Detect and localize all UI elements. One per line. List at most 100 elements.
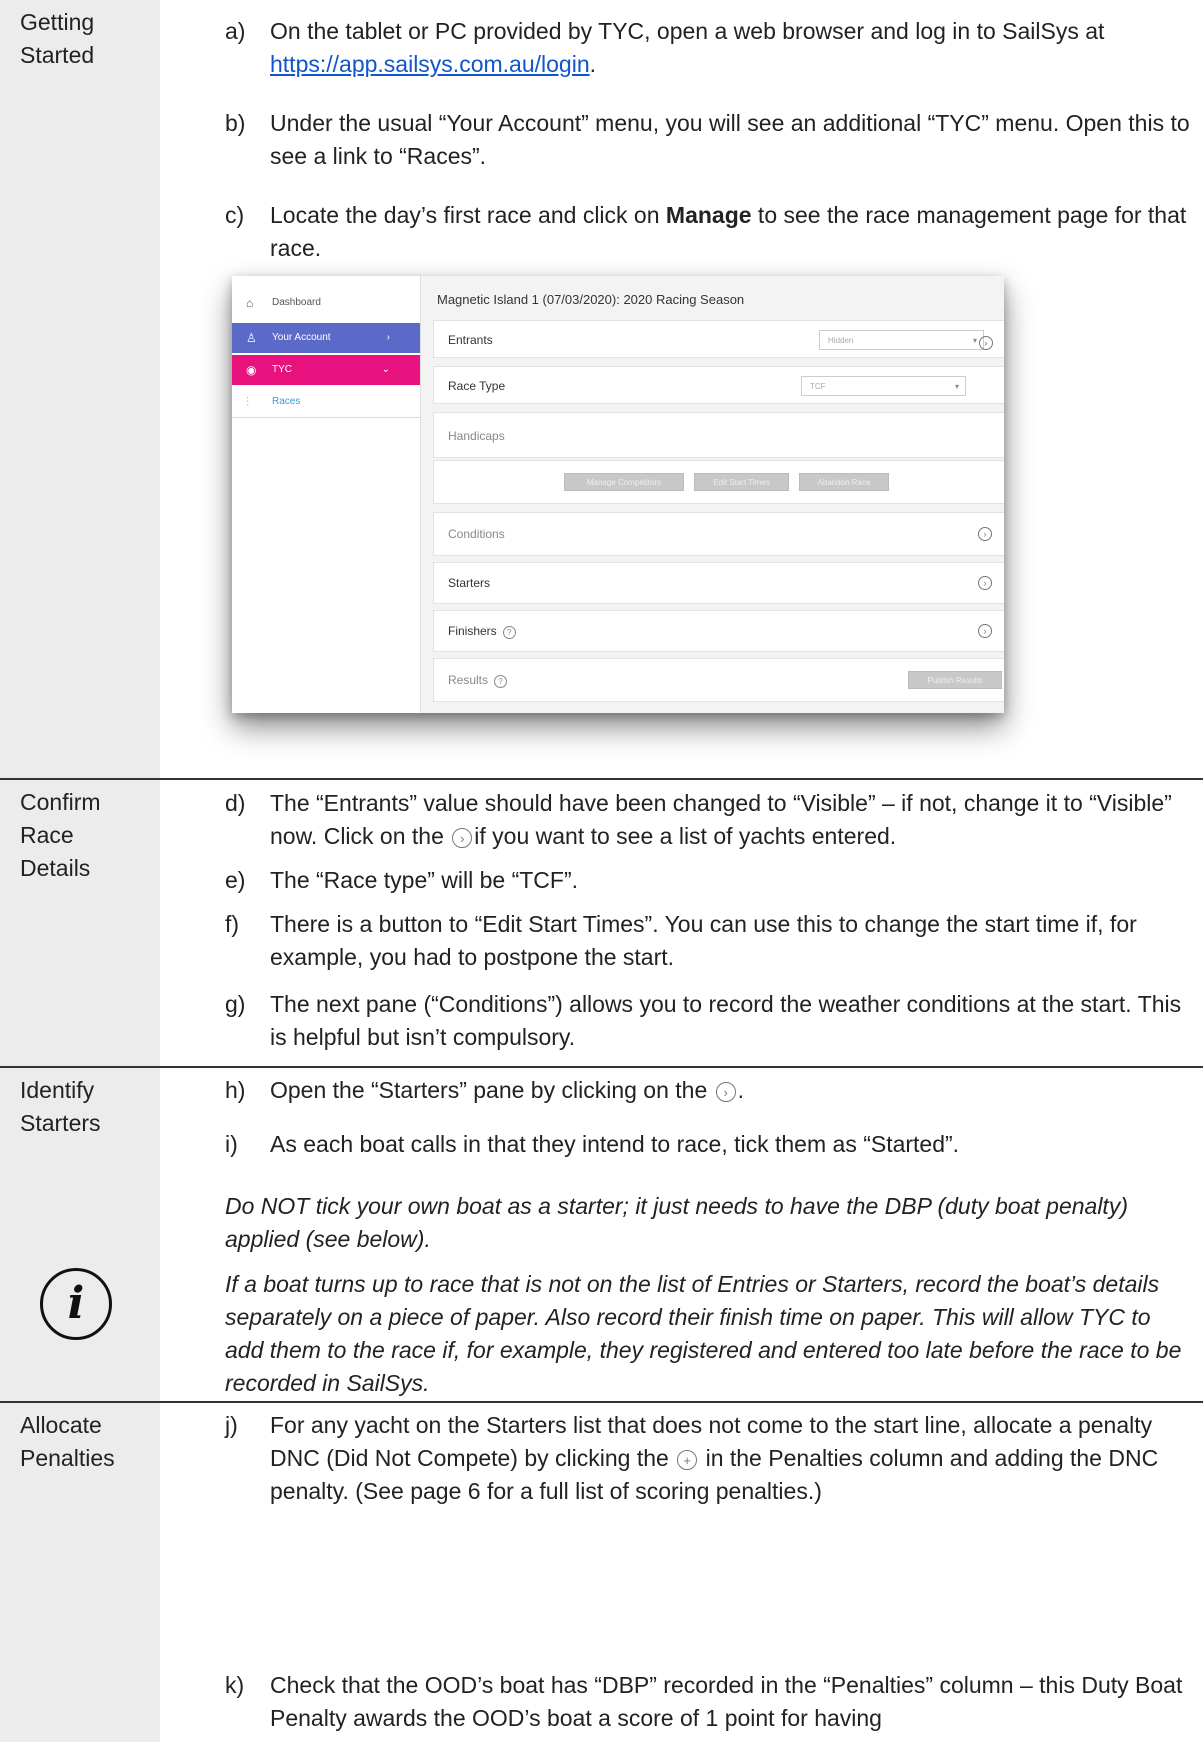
chevron-right-icon: › — [386, 332, 390, 343]
sidebar-item-tyc[interactable]: ◉ TYC ⌄ — [232, 355, 420, 385]
starters-label: Starters — [448, 576, 491, 590]
conditions-label: Conditions — [448, 527, 505, 541]
sailsys-login-link[interactable]: https://app.sailsys.com.au/login — [270, 51, 590, 77]
note-unlisted-boat: If a boat turns up to race that is not o… — [225, 1271, 1182, 1396]
expand-icon[interactable]: › — [978, 576, 992, 590]
manage-competitors-button[interactable]: Manage Competitors — [564, 473, 684, 491]
section-confirm-race-details: Confirm Race Details d) The “Entrants” v… — [0, 780, 1203, 1067]
section-getting-started: Getting Started a) On the tablet or PC p… — [0, 0, 1203, 780]
entrants-expand-icon[interactable]: › — [979, 336, 993, 350]
label-column — [0, 0, 160, 780]
section-label: Identify Starters — [20, 1077, 101, 1136]
chevron-circle-icon: › — [715, 1081, 736, 1102]
chevron-circle-icon: › — [452, 827, 473, 848]
step-letter: i) — [225, 1131, 238, 1157]
step-text: On the tablet or PC provided by TYC, ope… — [270, 18, 1105, 44]
manage-bold: Manage — [665, 202, 752, 228]
finishers-text: Finishers — [448, 624, 497, 638]
entrants-select[interactable]: Hidden ▾ — [819, 330, 984, 350]
note-own-boat: Do NOT tick your own boat as a starter; … — [225, 1193, 1128, 1252]
step-text: The next pane (“Conditions”) allows you … — [270, 991, 1182, 1050]
help-icon[interactable]: ? — [502, 626, 516, 639]
step-text: Open the “Starters” pane by clicking on … — [270, 1077, 714, 1103]
plus-circle-icon: + — [677, 1449, 698, 1470]
step-d: d) The “Entrants” value should have been… — [225, 787, 1190, 853]
abandon-race-button[interactable]: Abandon Race — [799, 473, 889, 491]
results-text: Results — [448, 673, 489, 687]
chevron-down-icon: ⌄ — [381, 364, 390, 375]
step-text: The “Race type” will be “TCF”. — [270, 867, 579, 893]
sidebar-item-label: Dashboard — [272, 297, 321, 308]
step-c: c) Locate the day’s first race and click… — [225, 199, 1190, 265]
caret-icon: ▾ — [972, 336, 977, 345]
step-b: b) Under the usual “Your Account” menu, … — [225, 107, 1190, 173]
step-j: j) For any yacht on the Starters list th… — [225, 1409, 1190, 1508]
race-type-label: Race Type — [448, 379, 506, 393]
race-type-select[interactable]: TCF ▾ — [801, 376, 966, 396]
sidebar-item-races[interactable]: ⫶ Races — [232, 387, 420, 418]
step-letter: c) — [225, 202, 245, 228]
step-k: k) Check that the OOD’s boat has “DBP” r… — [225, 1669, 1190, 1735]
step-h: h) Open the “Starters” pane by clicking … — [225, 1074, 1190, 1107]
step-text-end: . — [737, 1077, 745, 1103]
section-allocate-penalties: Allocate Penalties j) For any yacht on t… — [0, 1403, 1203, 1742]
screenshot-main: Magnetic Island 1 (07/03/2020): 2020 Rac… — [421, 276, 1004, 713]
user-icon: ♙ — [246, 331, 257, 345]
step-letter: d) — [225, 790, 246, 816]
step-text: As each boat calls in that they intend t… — [270, 1131, 960, 1157]
race-title: Magnetic Island 1 (07/03/2020): 2020 Rac… — [437, 292, 745, 307]
step-text: Under the usual “Your Account” menu, you… — [270, 110, 1190, 169]
results-label: Results? — [448, 673, 508, 688]
finishers-row[interactable]: Finishers? › — [433, 610, 1004, 652]
handicaps-row: Handicaps — [433, 412, 1004, 458]
step-g: g) The next pane (“Conditions”) allows y… — [225, 988, 1190, 1054]
step-letter: j) — [225, 1412, 238, 1438]
results-row: Results? Publish Results — [433, 658, 1004, 702]
entrants-value: Hidden — [828, 336, 854, 345]
entrants-row: Entrants Hidden ▾ — [433, 320, 1004, 358]
section-label: Getting Started — [20, 9, 95, 68]
sidebar-item-label: Your Account — [272, 332, 331, 343]
race-management-screenshot: ⌂ Dashboard ♙ Your Account › ◉ TYC ⌄ ⫶ R… — [232, 276, 1004, 713]
tyc-logo-icon: ◉ — [246, 363, 257, 377]
info-icon: i — [40, 1268, 112, 1340]
section-label: Confirm Race Details — [20, 789, 101, 881]
step-a: a) On the tablet or PC provided by TYC, … — [225, 15, 1190, 81]
sidebar-item-dashboard[interactable]: ⌂ Dashboard — [232, 288, 420, 318]
finishers-label: Finishers? — [448, 624, 516, 639]
step-letter: a) — [225, 18, 246, 44]
sidebar-item-your-account[interactable]: ♙ Your Account › — [232, 323, 420, 353]
step-letter: h) — [225, 1077, 246, 1103]
step-i: i) As each boat calls in that they inten… — [225, 1128, 1190, 1161]
conditions-row[interactable]: Conditions › — [433, 512, 1004, 556]
edit-start-times-button[interactable]: Edit Start Times — [694, 473, 789, 491]
expand-icon[interactable]: › — [978, 624, 992, 638]
step-letter: f) — [225, 911, 240, 937]
starters-row[interactable]: Starters › — [433, 562, 1004, 604]
step-letter: g) — [225, 991, 246, 1017]
handicaps-label: Handicaps — [448, 429, 505, 443]
step-text-end: if you want to see a list of yachts ente… — [474, 823, 897, 849]
race-type-value: TCF — [810, 382, 826, 391]
help-icon[interactable]: ? — [494, 675, 508, 688]
step-f: f) There is a button to “Edit Start Time… — [225, 908, 1190, 974]
step-letter: e) — [225, 867, 246, 893]
sidebar-item-label: TYC — [272, 364, 292, 375]
step-letter: k) — [225, 1672, 245, 1698]
screenshot-sidebar: ⌂ Dashboard ♙ Your Account › ◉ TYC ⌄ ⫶ R… — [232, 276, 421, 713]
step-letter: b) — [225, 110, 246, 136]
section-identify-starters: Identify Starters i h) Open the “Starter… — [0, 1068, 1203, 1402]
step-text: There is a button to “Edit Start Times”.… — [270, 911, 1137, 970]
publish-results-button[interactable]: Publish Results — [908, 671, 1002, 689]
caret-icon: ▾ — [954, 382, 959, 391]
sidebar-item-label: Races — [272, 396, 301, 407]
step-text-end: . — [589, 51, 596, 77]
entrants-label: Entrants — [448, 333, 493, 347]
step-text: Locate the day’s first race and click on — [270, 202, 666, 228]
chart-icon: ⫶ — [246, 395, 250, 409]
expand-icon[interactable]: › — [978, 527, 992, 541]
race-type-row: Race Type TCF ▾ — [433, 366, 1004, 404]
step-text: Check that the OOD’s boat has “DBP” reco… — [270, 1672, 1183, 1731]
home-icon: ⌂ — [246, 296, 254, 310]
step-e: e) The “Race type” will be “TCF”. — [225, 864, 1190, 897]
